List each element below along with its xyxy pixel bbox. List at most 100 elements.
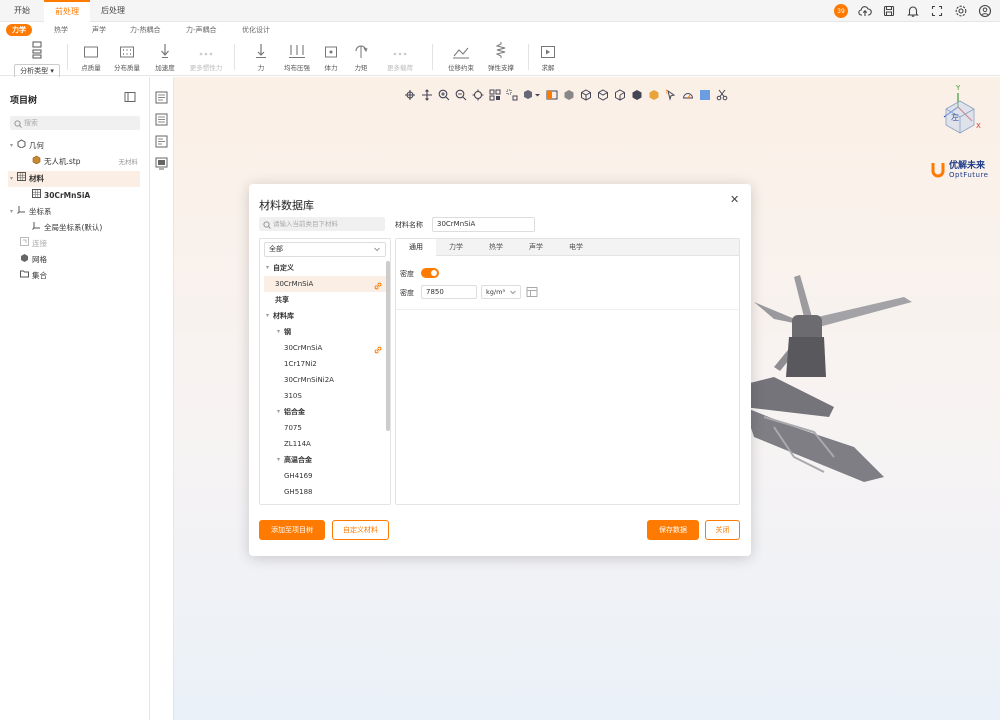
select-grid-icon[interactable] <box>489 89 501 101</box>
orientation-cube[interactable]: Y X 左 <box>936 84 986 143</box>
list-group-shared[interactable]: 共享 <box>275 292 385 308</box>
front-view-icon[interactable] <box>580 89 592 101</box>
close-button[interactable]: 关闭 <box>705 520 740 540</box>
rotate-icon[interactable] <box>404 89 416 101</box>
save-icon[interactable] <box>882 4 896 18</box>
tab-acoustic[interactable]: 声学 <box>516 239 556 256</box>
fullscreen-icon[interactable] <box>930 4 944 18</box>
pointer-icon[interactable] <box>665 89 677 101</box>
list-group-library[interactable]: ▾ 材料库 <box>266 308 386 324</box>
side-view-icon[interactable] <box>614 89 626 101</box>
panel-collapse-icon[interactable] <box>124 91 136 103</box>
cloud-upload-icon[interactable] <box>858 4 872 18</box>
chevron-down-icon: ▾ <box>266 264 270 271</box>
list-scrollbar[interactable] <box>386 261 390 431</box>
list-subgroup-aluminum[interactable]: ▾ 铝合金 <box>277 404 387 420</box>
subtab-acoustic[interactable]: 声学 <box>86 24 112 36</box>
list-item[interactable]: 30CrMnSiA <box>264 276 386 292</box>
color-square-icon[interactable] <box>699 89 711 101</box>
density-toggle[interactable] <box>421 268 439 278</box>
more-loads-button[interactable]: 更多载荷 <box>380 41 420 73</box>
category-filter-select[interactable]: 全部 <box>264 242 386 257</box>
subtab-thermo-mech[interactable]: 力-热耦合 <box>124 24 167 36</box>
elastic-support-button[interactable]: 弹性支撑 <box>482 41 520 73</box>
list-view-icon[interactable] <box>155 113 168 126</box>
custom-material-button[interactable]: 自定义材料 <box>332 520 389 540</box>
tree-item-collection[interactable]: 集合 <box>20 268 140 284</box>
fit-view-icon[interactable] <box>472 89 484 101</box>
tree-item-global-coord[interactable]: 全局坐标系(默认) <box>32 220 140 236</box>
tree-item-model[interactable]: 无人机.stp 无材料 <box>32 154 140 170</box>
list-item[interactable]: 30CrMnSiNi2A <box>284 372 386 388</box>
zoom-out-icon[interactable] <box>455 89 467 101</box>
displacement-constraint-button[interactable]: 位移约束 <box>442 41 480 73</box>
solid-view-icon[interactable] <box>631 89 643 101</box>
point-mass-button[interactable]: 点质量 <box>72 41 110 73</box>
density-unit-select[interactable]: kg/m³ <box>481 285 521 299</box>
material-search-input[interactable]: 请输入当前类目下材料 <box>259 217 385 231</box>
gear-icon[interactable] <box>954 4 968 18</box>
tree-search-input[interactable]: 搜索 <box>10 116 140 130</box>
distributed-mass-button[interactable]: 分布质量 <box>108 41 146 73</box>
log-icon[interactable] <box>155 135 168 148</box>
subtab-mechanics[interactable]: 力学 <box>6 24 32 36</box>
material-name-input[interactable]: 30CrMnSiA <box>432 217 535 232</box>
top-view-icon[interactable] <box>597 89 609 101</box>
tab-mechanics[interactable]: 力学 <box>436 239 476 256</box>
section-view-icon[interactable] <box>546 89 558 101</box>
list-item[interactable]: 1Cr17Ni2 <box>284 356 386 372</box>
tree-item-material[interactable]: ▾ 材料 <box>8 171 140 187</box>
box-select-icon[interactable] <box>506 89 518 101</box>
more-inertia-button[interactable]: 更多惯性力 <box>186 41 226 73</box>
list-item[interactable]: 310S <box>284 388 386 404</box>
uniform-pressure-button[interactable]: 均布压强 <box>278 41 316 73</box>
acceleration-button[interactable]: 加速度 <box>146 41 184 73</box>
tree-item-material-30crmnsia[interactable]: 30CrMnSiA <box>32 188 140 204</box>
pan-icon[interactable] <box>421 89 433 101</box>
material-grid-icon <box>17 171 27 187</box>
force-button[interactable]: 力 <box>242 41 280 73</box>
table-icon[interactable] <box>526 286 538 298</box>
tree-item-connection[interactable]: 连接 <box>20 236 140 252</box>
tab-electrical[interactable]: 电学 <box>556 239 596 256</box>
tab-start[interactable]: 开始 <box>8 0 36 22</box>
analysis-type-button[interactable]: 分析类型 ▾ <box>14 41 60 78</box>
subtab-acoustic-mech[interactable]: 力-声耦合 <box>180 24 223 36</box>
list-group-custom[interactable]: ▾ 自定义 <box>266 260 386 276</box>
list-item[interactable]: 7075 <box>284 420 386 436</box>
solve-button[interactable]: 求解 <box>529 41 567 73</box>
display-mode-dropdown-icon[interactable] <box>523 89 541 101</box>
moment-button[interactable]: 力矩 <box>342 41 380 73</box>
tab-thermal[interactable]: 热学 <box>476 239 516 256</box>
bell-icon[interactable] <box>906 4 920 18</box>
tree-item-coord-system[interactable]: ▾ 坐标系 <box>10 204 140 220</box>
monitor-icon[interactable] <box>155 157 168 170</box>
list-item[interactable]: GH5188 <box>284 484 386 500</box>
list-subgroup-steel[interactable]: ▾ 钢 <box>277 324 387 340</box>
add-to-project-tree-button[interactable]: 添加至项目树 <box>259 520 325 540</box>
subtab-optimization[interactable]: 优化设计 <box>236 24 276 36</box>
tab-general[interactable]: 通用 <box>396 239 436 257</box>
gauge-icon[interactable] <box>682 89 694 101</box>
close-icon[interactable]: ✕ <box>730 194 740 205</box>
tab-postprocess[interactable]: 后处理 <box>94 0 132 22</box>
iso-view-icon[interactable] <box>563 89 575 101</box>
tree-item-mesh[interactable]: 网格 <box>20 252 140 268</box>
tree-item-geometry[interactable]: ▾ 几何 <box>10 138 140 154</box>
save-data-button[interactable]: 保存数据 <box>647 520 699 540</box>
tree-item-material-label: 材料 <box>29 174 45 183</box>
material-view-icon[interactable] <box>648 89 660 101</box>
zoom-in-icon[interactable] <box>438 89 450 101</box>
scissors-icon[interactable] <box>716 89 728 101</box>
user-avatar-icon[interactable] <box>978 4 992 18</box>
list-subgroup-superalloy[interactable]: ▾ 高温合金 <box>277 452 387 468</box>
subtab-thermal[interactable]: 热学 <box>48 24 74 36</box>
tree-search-placeholder: 搜索 <box>24 119 38 127</box>
list-item[interactable]: GH4169 <box>284 468 386 484</box>
density-input[interactable]: 7850 <box>421 285 477 299</box>
list-item[interactable]: ZL114A <box>284 436 386 452</box>
properties-icon[interactable] <box>155 91 168 104</box>
list-item[interactable]: 30CrMnSiA <box>284 340 386 356</box>
tab-preprocess[interactable]: 前处理 <box>44 0 90 22</box>
notification-count-badge[interactable]: 39 <box>834 4 848 18</box>
